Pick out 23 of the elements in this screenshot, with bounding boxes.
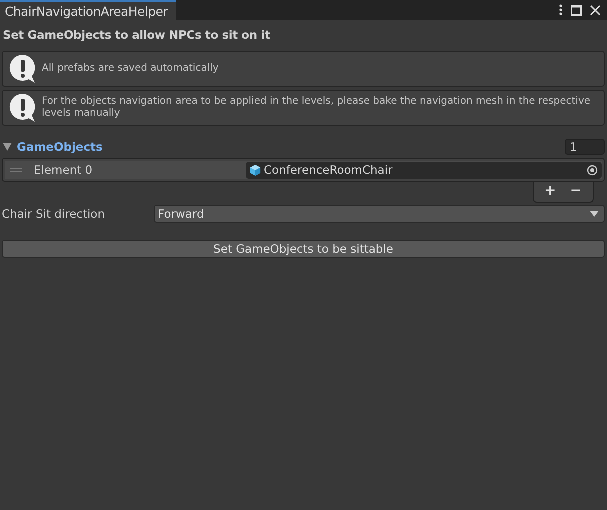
foldout-arrow-icon <box>3 143 12 151</box>
more-icon[interactable] <box>559 4 563 16</box>
close-icon[interactable] <box>590 4 601 16</box>
add-button[interactable]: + <box>540 182 562 200</box>
exclamation-icon <box>9 93 37 123</box>
drag-handle-icon[interactable] <box>10 168 22 172</box>
exclamation-icon <box>9 54 37 84</box>
dropdown-arrow-icon <box>590 211 599 217</box>
size-field[interactable]: 1 <box>565 139 605 155</box>
action-button[interactable]: Set GameObjects to be sittable <box>2 240 605 258</box>
element-label: Element 0 <box>34 163 94 177</box>
help-text: All prefabs are saved automatically <box>42 63 219 75</box>
direction-dropdown[interactable]: Forward <box>154 205 605 223</box>
heading: Set GameObjects to allow NPCs to sit on it <box>2 27 272 44</box>
direction-label: Chair Sit direction <box>2 207 106 221</box>
target-icon[interactable] <box>587 164 598 176</box>
maximize-icon[interactable] <box>571 4 582 16</box>
object-field[interactable]: ConferenceRoomChair <box>246 162 602 178</box>
list-foldout[interactable]: GameObjects <box>2 140 103 154</box>
cube-icon <box>250 164 261 176</box>
help-text: For the objects navigation area to be applied in the levels, please bake the navigation mesh in the respective levels manually <box>42 96 592 120</box>
remove-button[interactable]: − <box>565 182 587 200</box>
window-tab[interactable]: ChairNavigationAreaHelper <box>0 0 176 20</box>
